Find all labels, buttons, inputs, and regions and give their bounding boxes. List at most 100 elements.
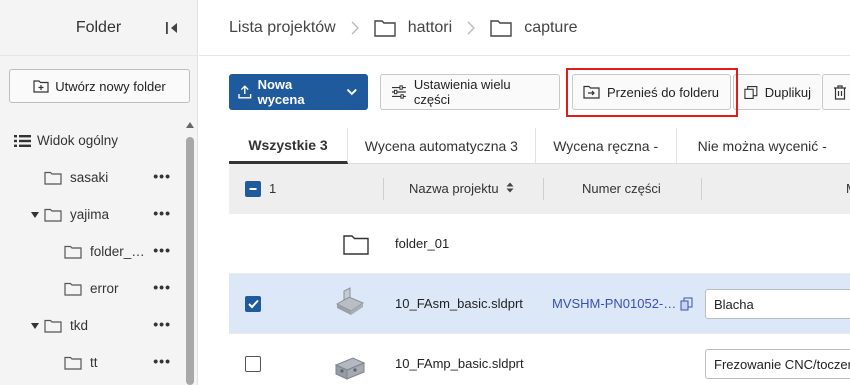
tree-item-label: tt <box>90 355 98 370</box>
add-folder-icon <box>33 80 49 93</box>
folder-icon <box>44 171 62 185</box>
main-content: Lista projektów hattori capture Nowa wyc… <box>199 0 850 385</box>
tree-item-tt[interactable]: tt ••• <box>0 344 185 381</box>
tree-item-overview[interactable]: Widok ogólny <box>0 122 185 159</box>
checkmark-icon <box>247 299 259 309</box>
project-name[interactable]: 10_FAsm_basic.sldprt <box>395 296 523 311</box>
duplicate-button[interactable]: Duplikuj <box>733 74 821 110</box>
create-folder-button[interactable]: Utwórz nowy folder <box>9 69 190 103</box>
select-all-checkbox[interactable] <box>245 181 261 197</box>
part-number-link[interactable]: MVSHM-PN01052-… <box>552 296 676 311</box>
tab-label: Nie można wycenić - <box>697 138 827 154</box>
chevron-down-icon <box>347 88 358 96</box>
more-options-icon[interactable]: ••• <box>153 354 171 368</box>
process-value: Frezowanie CNC/toczer <box>714 356 850 372</box>
tree-item-tkd[interactable]: tkd ••• <box>0 307 185 344</box>
chevron-down-icon[interactable] <box>30 210 40 220</box>
list-icon <box>14 134 31 147</box>
delete-button[interactable] <box>822 74 850 110</box>
sidebar-scrollbar[interactable] <box>186 137 194 385</box>
folder-icon <box>343 235 369 255</box>
folder-icon <box>64 356 82 370</box>
collapse-sidebar-icon[interactable] <box>165 20 179 36</box>
sort-icon <box>506 182 514 193</box>
table-row[interactable]: 10_FAsm_basic.sldprt MVSHM-PN01052-… Bla… <box>229 274 850 334</box>
tree-item-label: error <box>90 281 119 296</box>
create-folder-label: Utwórz nowy folder <box>55 78 166 94</box>
table-header: 1 Nazwa projektu Numer części M <box>229 164 850 214</box>
more-options-icon[interactable]: ••• <box>153 169 171 183</box>
folder-icon <box>44 319 62 333</box>
more-options-icon[interactable]: ••• <box>153 206 171 220</box>
column-material: M <box>846 181 850 196</box>
highlight-annotation <box>566 68 738 117</box>
tree-item-label: tkd <box>70 318 89 333</box>
tree-item-label: Widok ogólny <box>37 133 119 148</box>
sliders-icon <box>391 85 406 99</box>
upload-icon <box>238 85 252 99</box>
tree-item-sasaki[interactable]: sasaki ••• <box>0 159 185 196</box>
tree-item-label: yajima <box>70 207 110 222</box>
table-row[interactable]: 10_FAmp_basic.sldprt Frezowanie CNC/tocz… <box>229 334 850 385</box>
folder-icon <box>374 19 396 37</box>
tab-label: Wycena ręczna - <box>553 138 659 154</box>
filter-tabs: Wszystkie 3 Wycena automatyczna 3 Wycena… <box>229 128 850 164</box>
folder-icon <box>64 282 82 296</box>
trash-icon <box>834 84 846 100</box>
column-part-number: Numer części <box>582 181 661 196</box>
process-select[interactable]: Blacha <box>705 289 850 319</box>
selected-count: 1 <box>269 181 277 196</box>
process-select[interactable]: Frezowanie CNC/toczer <box>705 349 850 379</box>
project-name[interactable]: folder_01 <box>395 236 449 251</box>
copy-icon[interactable] <box>680 297 693 311</box>
tab-all[interactable]: Wszystkie 3 <box>229 128 349 164</box>
duplicate-label: Duplikuj <box>764 84 811 100</box>
column-divider <box>383 178 384 200</box>
part-thumbnail <box>334 357 366 380</box>
scroll-up-icon[interactable] <box>186 122 194 128</box>
column-divider <box>701 178 702 200</box>
minus-icon <box>249 188 257 190</box>
breadcrumb-item-capture[interactable]: capture <box>524 19 577 37</box>
column-project-name[interactable]: Nazwa projektu <box>409 181 514 196</box>
sidebar-title: Folder <box>75 18 122 36</box>
tree-item-label: sasaki <box>70 170 109 185</box>
column-divider <box>543 178 544 200</box>
process-value: Blacha <box>714 296 754 312</box>
folder-icon <box>490 19 512 37</box>
breadcrumb: Lista projektów hattori capture <box>199 0 850 56</box>
chevron-right-icon <box>467 21 476 34</box>
tab-label: Wszystkie 3 <box>248 136 328 153</box>
tree-item-folder[interactable]: folder_… ••• <box>0 233 185 270</box>
tab-cannot-quote[interactable]: Nie można wycenić - <box>677 128 850 164</box>
breadcrumb-item-hattori[interactable]: hattori <box>408 19 452 37</box>
more-options-icon[interactable]: ••• <box>153 243 171 257</box>
chevron-right-icon <box>351 21 359 34</box>
project-name[interactable]: 10_FAmp_basic.sldprt <box>395 356 524 371</box>
tab-manual-quote[interactable]: Wycena ręczna - <box>536 128 677 164</box>
multi-part-settings-button[interactable]: Ustawienia wielu części <box>380 74 560 110</box>
table-row[interactable]: folder_01 <box>229 214 850 274</box>
tab-label: Wycena automatyczna 3 <box>364 138 518 154</box>
folder-tree: Widok ogólny sasaki ••• yajima ••• folde… <box>0 122 185 381</box>
multi-part-settings-label: Ustawienia wielu części <box>413 77 511 107</box>
new-quote-button[interactable]: Nowa wycena <box>229 74 368 110</box>
toolbar: Nowa wycena Ustawienia wielu części Prze… <box>229 74 850 110</box>
more-options-icon[interactable]: ••• <box>153 280 171 294</box>
row-checkbox[interactable] <box>245 296 261 312</box>
tree-item-label: folder_… <box>90 244 145 259</box>
tab-auto-quote[interactable]: Wycena automatyczna 3 <box>348 128 536 164</box>
part-thumbnail <box>335 287 365 315</box>
tree-item-error[interactable]: error ••• <box>0 270 185 307</box>
chevron-down-icon[interactable] <box>30 321 40 331</box>
row-checkbox[interactable] <box>245 356 261 372</box>
column-label: Nazwa projektu <box>409 181 499 196</box>
new-quote-label: Nowa wycena <box>257 77 305 107</box>
folder-icon <box>44 208 62 222</box>
copy-icon <box>744 85 758 99</box>
tree-item-yajima[interactable]: yajima ••• <box>0 196 185 233</box>
sidebar: Folder Utwórz nowy folder Widok ogólny s… <box>0 0 198 385</box>
breadcrumb-root[interactable]: Lista projektów <box>229 19 336 37</box>
sidebar-header: Folder <box>0 0 197 56</box>
more-options-icon[interactable]: ••• <box>153 317 171 331</box>
